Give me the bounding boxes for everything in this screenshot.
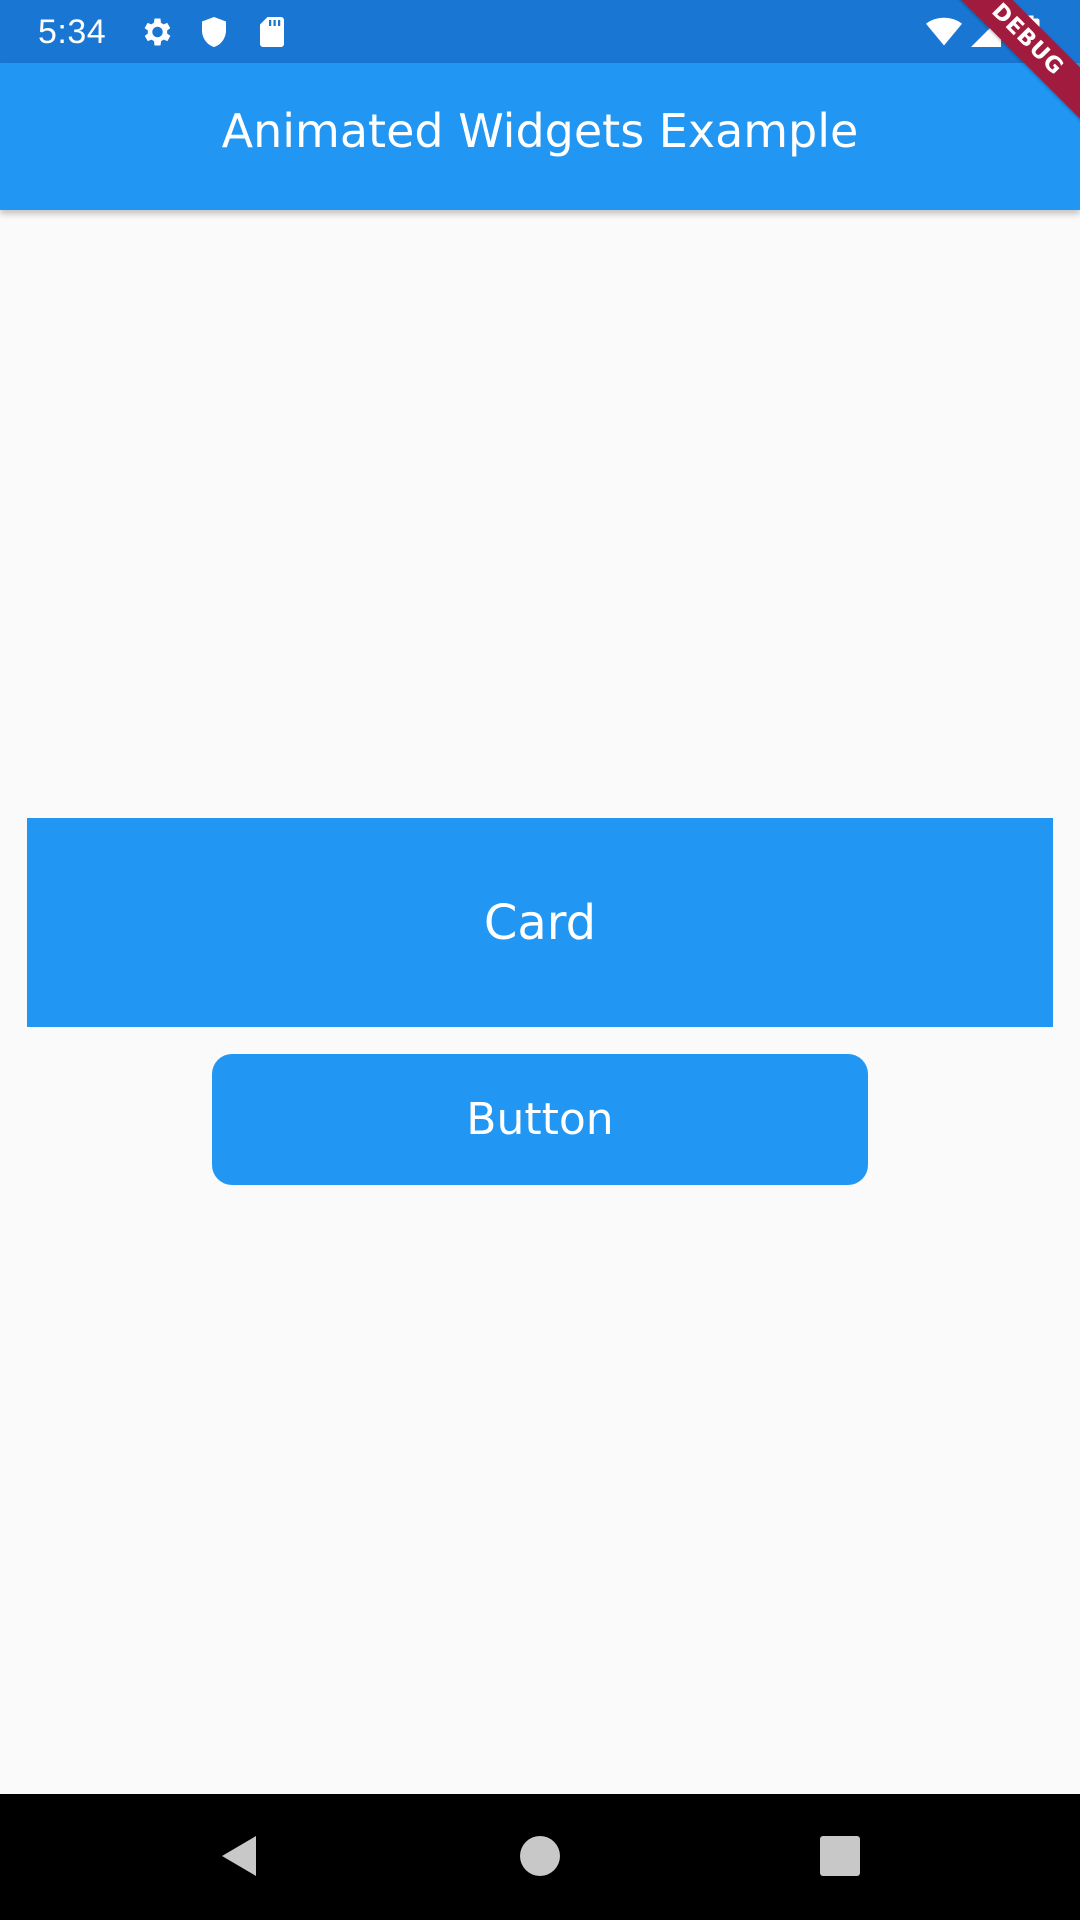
gear-icon bbox=[138, 14, 174, 50]
recents-icon[interactable] bbox=[816, 1832, 864, 1880]
navigation-bar bbox=[0, 1794, 1080, 1920]
home-icon[interactable] bbox=[516, 1832, 564, 1880]
app-screen: 5:34 DEBUG Animated Widgets Example Card bbox=[0, 0, 1080, 1920]
page-title: Animated Widgets Example bbox=[221, 104, 859, 158]
status-time: 5:34 bbox=[38, 13, 107, 51]
animated-card: Card bbox=[27, 818, 1053, 1027]
card-label: Card bbox=[483, 894, 597, 951]
shield-icon bbox=[196, 14, 232, 50]
app-bar: Animated Widgets Example bbox=[0, 63, 1080, 210]
back-icon[interactable] bbox=[216, 1832, 264, 1880]
wifi-icon bbox=[924, 14, 964, 50]
sd-card-icon bbox=[254, 14, 290, 50]
animate-button[interactable]: Button bbox=[212, 1054, 868, 1185]
status-bar: 5:34 bbox=[0, 0, 1080, 63]
button-label: Button bbox=[466, 1094, 614, 1145]
